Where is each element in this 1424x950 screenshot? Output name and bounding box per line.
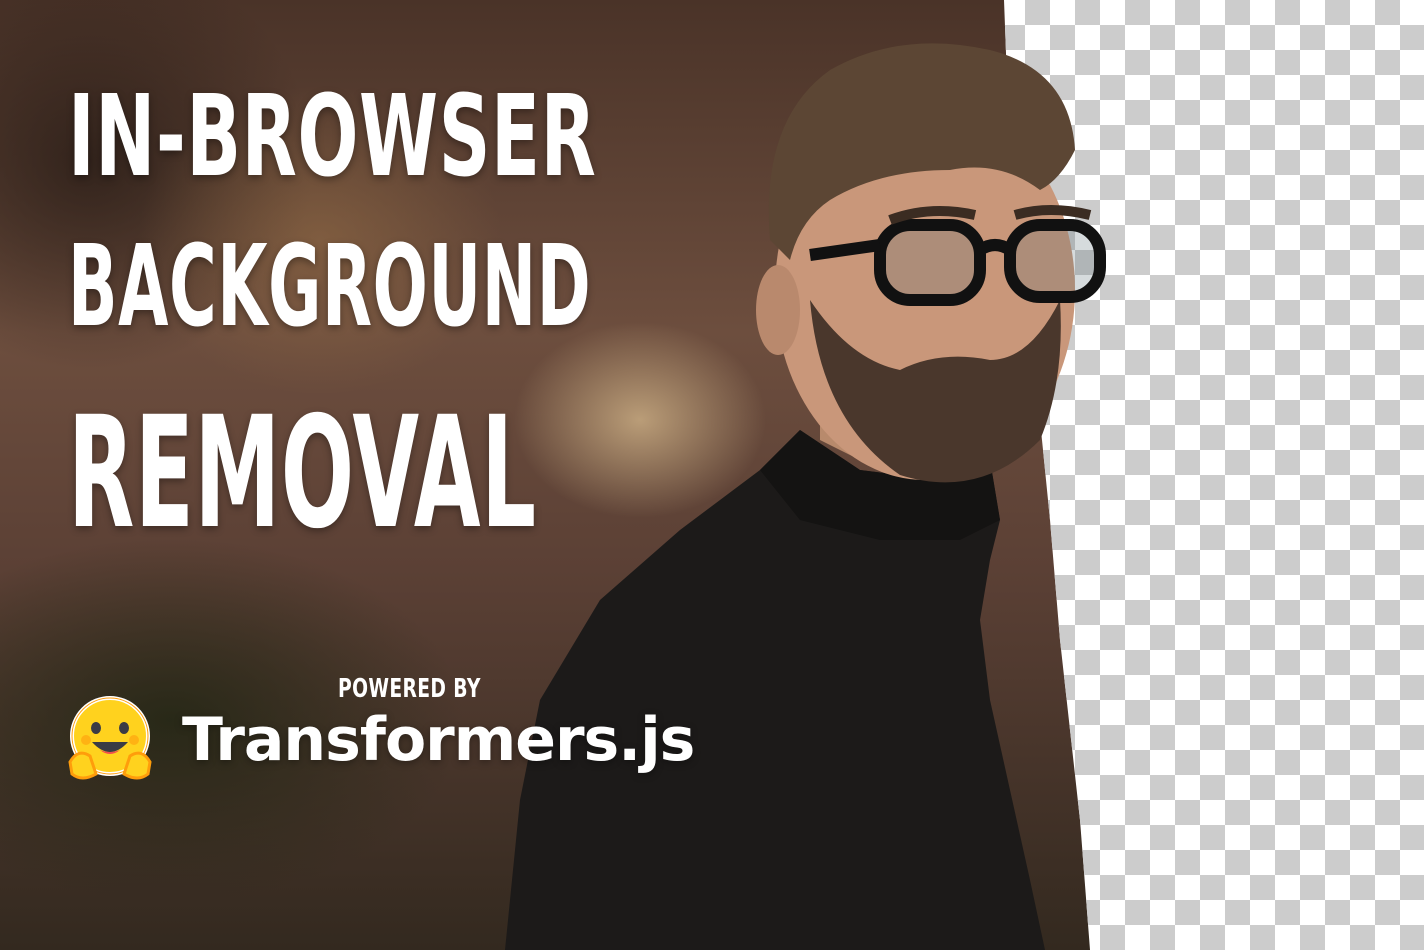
thumbnail-canvas: IN-BROWSER BACKGROUND REMOVAL POWERED BY… (0, 0, 1424, 950)
hugging-face-emoji-icon (68, 696, 152, 780)
brand-credit: Transformers.js (62, 690, 695, 790)
headline-line-2: BACKGROUND (68, 222, 592, 352)
headline-line-1: IN-BROWSER (68, 72, 597, 202)
ear (756, 265, 800, 355)
headline-line-3: REMOVAL (68, 384, 537, 563)
transformers-js-wordmark: Transformers.js (182, 705, 695, 775)
